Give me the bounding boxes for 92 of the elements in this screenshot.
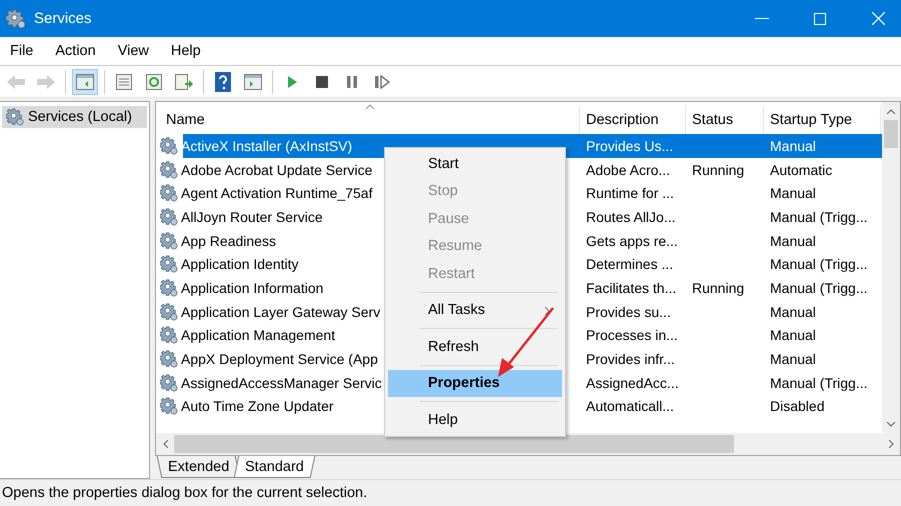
table-cell: Manual [770,185,816,202]
table-cell: Runtime for ... [586,185,674,202]
table-cell: Adobe Acrobat Update Service [181,162,372,178]
table-cell: Provides infr... [586,351,675,368]
table-cell: Agent Activation Runtime_75af [181,185,372,202]
menu-item[interactable]: File [4,43,40,59]
table-cell: AllJoyn Router Service [181,208,323,225]
table-cell: AssignedAcc... [586,374,679,391]
column-header[interactable]: Status [686,106,764,134]
menu-item[interactable]: Help [164,43,207,59]
panel-icon [244,74,262,90]
menu-item[interactable]: View [112,43,155,59]
scrollbar-thumb[interactable] [884,120,898,148]
gear-icon [160,255,178,274]
view-tab[interactable]: Standard [234,456,316,478]
play-icon [286,74,298,88]
table-cell: Manual [770,327,816,344]
table-cell: Manual (Trigg... [770,280,868,296]
table-cell: Provides su... [586,304,671,320]
pause-icon [346,74,358,88]
table-cell: Facilitates th... [586,280,676,296]
gear-icon [160,374,178,392]
resume-icon [374,74,390,88]
table-cell: Auto Time Zone Updater [181,398,334,414]
gear-icon [6,8,26,28]
table-cell: AssignedAccessManager Servic [181,374,382,391]
table-cell: Provides Us... [586,138,674,154]
table-cell: Routes AllJo... [586,208,676,225]
window-title: Services [34,10,93,27]
tree-item[interactable]: Services (Local) [2,106,147,128]
table-cell: Gets apps re... [586,232,678,249]
export-icon [174,72,194,90]
scroll-up-icon [887,108,895,114]
table-cell: Application Layer Gateway Serv [181,304,380,320]
table-cell: Determines ... [586,256,674,272]
table-cell: App Readiness [181,232,276,249]
context-menu-item[interactable]: Help [388,406,562,434]
table-cell: Processes in... [586,327,678,344]
gear-icon [160,160,178,179]
table-cell: Running [692,162,744,178]
context-menu-item[interactable]: Properties [388,370,562,397]
table-cell: Disabled [770,398,824,414]
table-cell: Manual [770,138,816,154]
close-icon [872,12,884,25]
status-text: Opens the properties dialog box for the current selection. [2,485,368,501]
table-cell: AppX Deployment Service (App [181,351,378,368]
table-cell: Manual (Trigg... [770,208,868,225]
column-header[interactable]: Startup Type [764,106,881,134]
gear-icon [160,397,178,416]
stop-icon [315,74,329,88]
table-cell: Automatic [770,162,832,178]
forward-arrow-icon [36,74,56,90]
panel-icon [76,74,94,90]
table-cell: Manual [770,304,816,320]
gear-icon [160,302,178,321]
horizontal-scrollbar[interactable] [156,433,900,455]
table-cell: Automaticall... [586,398,674,414]
menu-item[interactable]: Action [49,43,102,59]
gear-icon [160,326,178,344]
scroll-left-icon [162,440,168,448]
scrollbar-thumb[interactable] [174,435,734,453]
refresh-icon [145,72,163,90]
back-arrow-icon [6,74,26,90]
table-cell: ActiveX Installer (AxInstSV) [181,138,352,154]
vertical-scrollbar[interactable] [882,102,900,433]
gear-icon [160,232,178,250]
table-cell: Running [692,280,744,296]
minimize-icon [755,18,769,20]
table-cell: Adobe Acro... [586,162,670,178]
table-cell: Manual [770,351,816,368]
table-cell: Application Information [181,280,324,296]
column-header[interactable]: Name [160,106,580,134]
gear-icon [6,108,24,126]
gear-icon [160,350,178,368]
table-cell: Application Identity [181,256,299,272]
sort-caret-icon [366,104,374,109]
column-header[interactable]: Description [580,106,686,134]
scroll-down-icon [887,422,895,426]
table-cell: Manual (Trigg... [770,256,868,272]
gear-icon [160,278,178,297]
sheet-icon [115,72,133,90]
table-cell: Manual (Trigg... [770,374,868,391]
maximize-icon [814,12,826,24]
help-icon [215,72,231,92]
gear-icon [160,208,178,226]
scroll-right-icon [888,440,894,448]
context-menu-item[interactable]: All Tasks [388,296,562,324]
table-cell: Manual [770,232,816,249]
table-cell: Application Management [181,327,336,344]
gear-icon [160,136,178,155]
gear-icon [160,184,178,202]
context-menu-item[interactable]: Refresh [388,333,562,360]
